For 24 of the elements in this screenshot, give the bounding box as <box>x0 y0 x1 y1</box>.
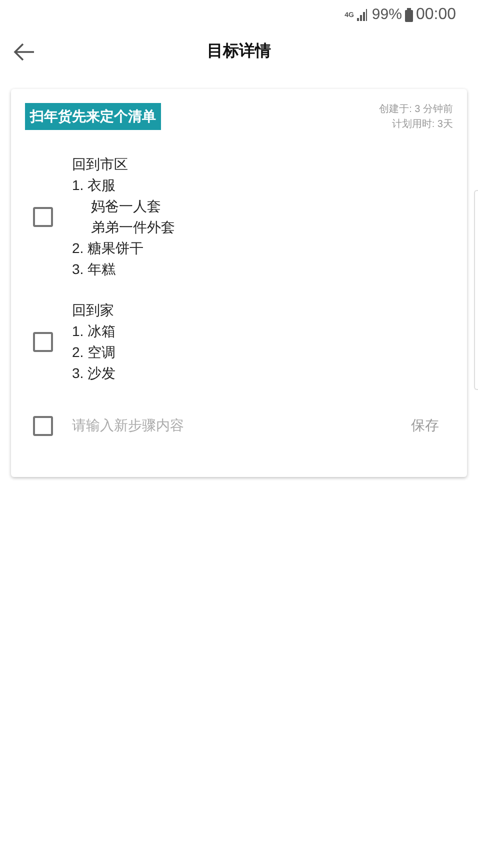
planned-duration: 计划用时: 3天 <box>392 118 453 132</box>
step-text: 3. 年糕 <box>72 260 117 279</box>
goal-tag: 扫年货先来定个清单 <box>25 103 161 130</box>
step-text: 回到市区 <box>72 155 129 174</box>
battery-percent: 99% <box>372 4 402 25</box>
step-text: 妈爸一人套 <box>90 197 162 216</box>
clock: 00:00 <box>416 5 456 25</box>
step-text: 2. 糖果饼干 <box>72 239 145 258</box>
checkbox[interactable] <box>33 332 53 352</box>
back-arrow-icon[interactable] <box>13 42 35 62</box>
battery-icon <box>404 8 413 22</box>
step-text: 弟弟一件外套 <box>90 218 175 237</box>
step-text: 2. 空调 <box>72 343 116 362</box>
save-button[interactable]: 保存 <box>411 415 439 436</box>
created-time: 创建于: 3 分钟前 <box>379 102 453 117</box>
step-text: 3. 沙发 <box>72 364 116 383</box>
signal-icon <box>356 9 367 21</box>
page-title: 目标详情 <box>207 41 271 62</box>
step-text: 1. 冰箱 <box>72 322 116 341</box>
checkbox[interactable] <box>33 207 53 227</box>
step-text: 回到家 <box>72 301 115 320</box>
step-text: 1. 衣服 <box>72 176 117 195</box>
new-step-field[interactable]: 请输入新步骤内容 <box>72 415 411 436</box>
checkbox[interactable] <box>33 416 53 436</box>
